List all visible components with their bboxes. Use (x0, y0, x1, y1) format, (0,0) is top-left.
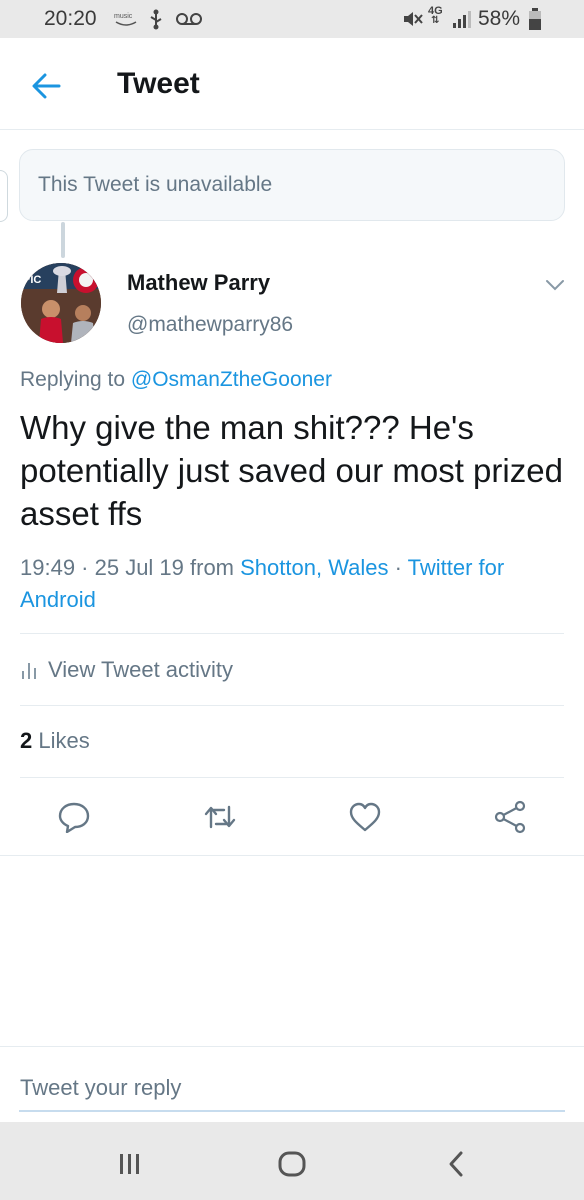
divider (20, 633, 564, 634)
usb-icon (145, 8, 167, 30)
avatar-photo: PIC (21, 263, 101, 343)
status-bar: 20:20 music 4G ⇅ 58% (0, 0, 584, 38)
meta-separator: · (388, 555, 408, 580)
reply-icon (58, 802, 90, 833)
tweet-location-link[interactable]: Shotton, Wales (240, 555, 388, 580)
divider (0, 1046, 584, 1047)
reply-button[interactable] (56, 800, 92, 834)
battery-icon (528, 8, 542, 30)
voicemail-icon (175, 8, 203, 30)
chevron-down-icon (546, 280, 564, 291)
thread-edge-tab (0, 170, 8, 222)
retweet-icon (204, 805, 236, 829)
reply-input[interactable] (19, 1066, 565, 1112)
status-time: 20:20 (44, 7, 97, 30)
replying-to-link[interactable]: @OsmanZtheGooner (131, 368, 332, 391)
back-button[interactable] (26, 66, 66, 106)
heart-icon (349, 802, 381, 832)
home-icon (278, 1151, 306, 1177)
app-header: Tweet (0, 38, 584, 130)
author-handle[interactable]: @mathewparry86 (127, 313, 293, 337)
bar-chart-icon (22, 663, 36, 679)
likes-row[interactable]: 2 Likes (20, 728, 90, 754)
svg-text:music: music (114, 13, 133, 20)
recents-icon (120, 1154, 139, 1174)
share-button[interactable] (492, 800, 528, 834)
like-button[interactable] (347, 800, 383, 834)
share-icon (494, 800, 526, 834)
system-nav-bar (0, 1122, 584, 1200)
replying-to-line: Replying to @OsmanZtheGooner (20, 368, 332, 392)
signal-icon (451, 8, 473, 30)
arrow-left-icon (32, 73, 61, 99)
author-name[interactable]: Mathew Parry (127, 270, 270, 296)
retweet-button[interactable] (202, 800, 238, 834)
mute-icon (402, 8, 424, 30)
avatar[interactable]: PIC (21, 263, 101, 343)
tweet-text: Why give the man shit??? He's potentiall… (20, 409, 563, 532)
battery-percent: 58% (478, 7, 521, 30)
unavailable-tweet-card: This Tweet is unavailable (19, 149, 565, 221)
svg-text:PIC: PIC (23, 274, 41, 286)
view-tweet-activity-label: View Tweet activity (48, 657, 234, 682)
tweet-timestamp: 19:49 · 25 Jul 19 from (20, 555, 241, 580)
view-tweet-activity-button[interactable]: View Tweet activity (20, 648, 233, 692)
page-title: Tweet (117, 67, 200, 100)
likes-count: 2 (20, 728, 33, 753)
divider (20, 705, 564, 706)
divider (20, 777, 564, 778)
network-type: 4G ⇅ (428, 5, 443, 26)
thread-connector (61, 222, 65, 258)
back-nav-button[interactable] (434, 1144, 478, 1184)
music-notification-icon: music (112, 8, 140, 30)
likes-label: Likes (32, 728, 90, 753)
replying-to-prefix: Replying to (20, 368, 131, 391)
tweet-options-button[interactable] (541, 274, 569, 296)
recents-button[interactable] (108, 1144, 152, 1184)
divider (0, 855, 584, 856)
back-icon (449, 1151, 463, 1177)
home-button[interactable] (270, 1144, 314, 1184)
tweet-meta: 19:49 · 25 Jul 19 from Shotton, Wales · … (20, 552, 570, 616)
unavailable-tweet-text: This Tweet is unavailable (38, 173, 273, 196)
